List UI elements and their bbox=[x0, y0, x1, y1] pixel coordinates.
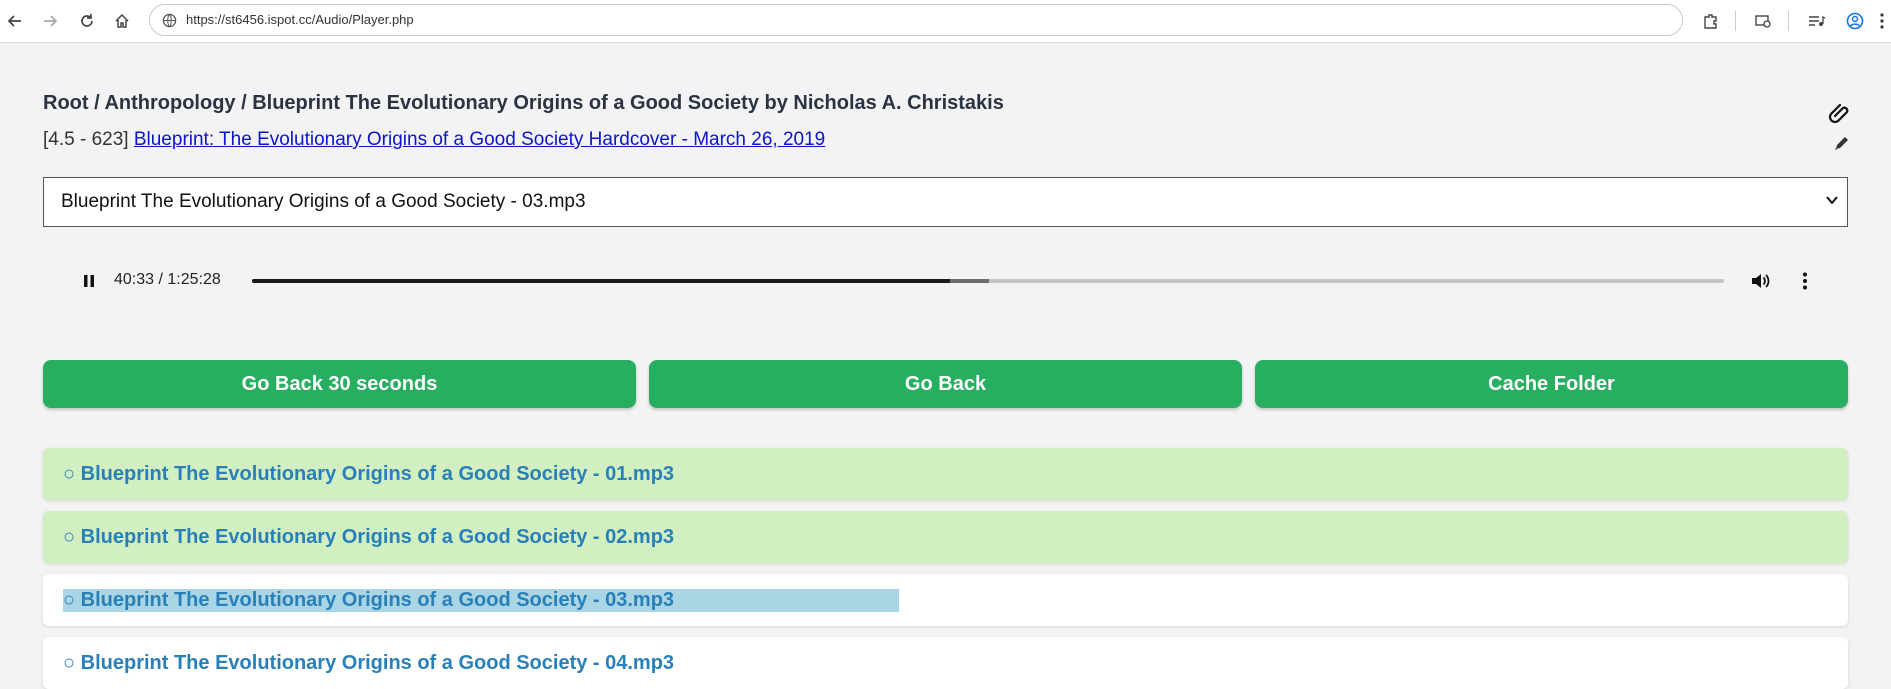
breadcrumb: Root / Anthropology / Blueprint The Evol… bbox=[43, 92, 1004, 114]
file-link[interactable]: ○ Blueprint The Evolutionary Origins of … bbox=[63, 589, 900, 612]
file-list-item[interactable]: ○ Blueprint The Evolutionary Origins of … bbox=[43, 448, 1848, 500]
browser-toolbar: https://st6456.ispot.cc/Audio/Player.php bbox=[0, 0, 1891, 43]
back-arrow-icon[interactable] bbox=[3, 9, 27, 33]
file-select[interactable]: Blueprint The Evolutionary Origins of a … bbox=[43, 177, 1848, 227]
go-back-30-button[interactable]: Go Back 30 seconds bbox=[43, 360, 636, 408]
file-list-item[interactable]: ○ Blueprint The Evolutionary Origins of … bbox=[43, 637, 1848, 689]
file-link[interactable]: ○ Blueprint The Evolutionary Origins of … bbox=[63, 526, 674, 549]
playback-time: 40:33 / 1:25:28 bbox=[114, 271, 221, 288]
reload-icon[interactable] bbox=[75, 9, 99, 33]
volume-icon[interactable] bbox=[1749, 270, 1771, 292]
file-link[interactable]: ○ Blueprint The Evolutionary Origins of … bbox=[63, 463, 674, 486]
profile-icon[interactable] bbox=[1843, 9, 1867, 33]
chevron-down-icon bbox=[1823, 191, 1841, 209]
pencil-icon[interactable] bbox=[1831, 132, 1853, 154]
file-select-value: Blueprint The Evolutionary Origins of a … bbox=[61, 191, 586, 212]
go-back-button[interactable]: Go Back bbox=[649, 360, 1242, 408]
cast-search-icon[interactable] bbox=[1751, 9, 1775, 33]
book-link[interactable]: Blueprint: The Evolutionary Origins of a… bbox=[134, 129, 825, 150]
played-range bbox=[252, 279, 950, 283]
more-options-icon[interactable] bbox=[1794, 270, 1816, 292]
rating-text: [4.5 - 623] bbox=[43, 129, 129, 150]
seek-bar[interactable] bbox=[252, 279, 1724, 283]
file-list-item[interactable]: ○ Blueprint The Evolutionary Origins of … bbox=[43, 511, 1848, 563]
address-bar[interactable]: https://st6456.ispot.cc/Audio/Player.php bbox=[149, 4, 1683, 36]
book-info: [4.5 - 623] Blueprint: The Evolutionary … bbox=[43, 129, 825, 151]
site-info-icon[interactable] bbox=[160, 11, 178, 29]
extensions-icon[interactable] bbox=[1699, 9, 1723, 33]
cache-folder-button[interactable]: Cache Folder bbox=[1255, 360, 1848, 408]
file-link[interactable]: ○ Blueprint The Evolutionary Origins of … bbox=[63, 652, 674, 675]
url-text: https://st6456.ispot.cc/Audio/Player.php bbox=[186, 12, 414, 27]
media-queue-icon[interactable] bbox=[1804, 9, 1828, 33]
pause-icon[interactable] bbox=[79, 271, 99, 291]
home-icon[interactable] bbox=[110, 9, 134, 33]
file-list-item-current[interactable]: ○ Blueprint The Evolutionary Origins of … bbox=[43, 574, 1848, 626]
paperclip-icon[interactable] bbox=[1827, 99, 1853, 125]
forward-arrow-icon[interactable] bbox=[38, 9, 62, 33]
menu-dots-icon[interactable] bbox=[1875, 9, 1889, 33]
audio-player: 40:33 / 1:25:28 bbox=[59, 258, 1835, 304]
